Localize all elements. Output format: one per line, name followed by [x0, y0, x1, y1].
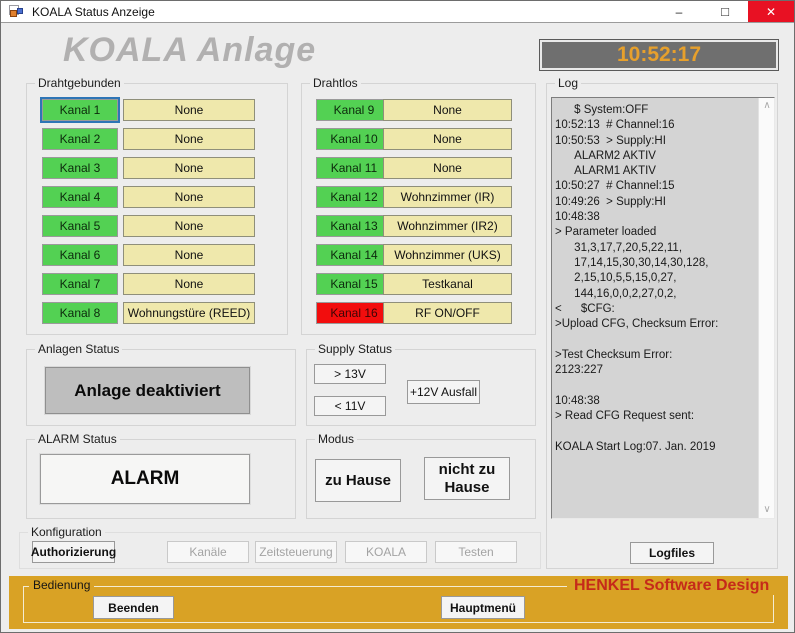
log-textbox[interactable]: $ System:OFF 10:52:13 # Channel:16 10:50…: [551, 97, 775, 519]
brand-text: HENKEL Software Design: [567, 577, 776, 595]
group-label: Bedienung: [29, 578, 94, 592]
supply-hi-button[interactable]: > 13V: [314, 364, 386, 384]
kanal-1-status[interactable]: None: [123, 99, 255, 121]
group-konfiguration: Konfiguration Authorizierung Kanäle Zeit…: [19, 532, 541, 569]
kanal-9-button[interactable]: Kanal 9: [316, 99, 392, 121]
kanal-1-button[interactable]: Kanal 1: [42, 99, 118, 121]
beenden-button[interactable]: Beenden: [93, 596, 174, 619]
group-label: Log: [555, 76, 581, 90]
group-label: Anlagen Status: [35, 342, 122, 356]
close-button[interactable]: ✕: [748, 1, 794, 22]
anlage-status-button[interactable]: Anlage deaktiviert: [45, 367, 250, 414]
group-modus: Modus zu Hause nicht zu Hause: [306, 439, 536, 519]
kanal-5-status[interactable]: None: [123, 215, 255, 237]
kanal-14-status[interactable]: Wohnzimmer (UKS): [383, 244, 512, 266]
kanal-6-status[interactable]: None: [123, 244, 255, 266]
kanal-7-button[interactable]: Kanal 7: [42, 273, 118, 295]
kanal-13-button[interactable]: Kanal 13: [316, 215, 392, 237]
group-label: Konfiguration: [28, 525, 105, 539]
minimize-button[interactable]: –: [656, 1, 702, 22]
kanal-13-status[interactable]: Wohnzimmer (IR2): [383, 215, 512, 237]
kanal-8-status[interactable]: Wohnungstüre (REED): [123, 302, 255, 324]
group-supply-status: Supply Status > 13V < 11V +12V Ausfall: [306, 349, 536, 426]
zeitsteuerung-button[interactable]: Zeitsteuerung: [255, 541, 337, 563]
kanal-9-status[interactable]: None: [383, 99, 512, 121]
koala-status-window: KOALA Status Anzeige – □ ✕ KOALA Anlage …: [0, 0, 795, 633]
kanal-7-status[interactable]: None: [123, 273, 255, 295]
app-icon: [8, 4, 24, 20]
maximize-button[interactable]: □: [702, 1, 748, 22]
hauptmenu-button[interactable]: Hauptmenü: [441, 596, 525, 619]
group-label: Drahtgebunden: [35, 76, 124, 90]
nicht-zu-hause-button[interactable]: nicht zu Hause: [424, 457, 510, 500]
kanal-11-button[interactable]: Kanal 11: [316, 157, 392, 179]
kanal-4-status[interactable]: None: [123, 186, 255, 208]
kanal-16-status[interactable]: RF ON/OFF: [383, 302, 512, 324]
kanal-2-status[interactable]: None: [123, 128, 255, 150]
kanal-10-button[interactable]: Kanal 10: [316, 128, 392, 150]
kanal-12-button[interactable]: Kanal 12: [316, 186, 392, 208]
page-title: KOALA Anlage: [63, 31, 316, 70]
alarm-status-button[interactable]: ALARM: [40, 454, 250, 504]
kanal-3-button[interactable]: Kanal 3: [42, 157, 118, 179]
log-text: $ System:OFF 10:52:13 # Channel:16 10:50…: [552, 98, 757, 518]
kanal-6-button[interactable]: Kanal 6: [42, 244, 118, 266]
koala-button[interactable]: KOALA: [345, 541, 427, 563]
supply-lo-button[interactable]: < 11V: [314, 396, 386, 416]
group-label: Supply Status: [315, 342, 395, 356]
group-label: ALARM Status: [35, 432, 120, 446]
group-drahtlos: Drahtlos Kanal 9 None Kanal 10 None Kana…: [301, 83, 536, 335]
kanal-11-status[interactable]: None: [383, 157, 512, 179]
group-drahtgebunden: Drahtgebunden Kanal 1 None Kanal 2 None …: [26, 83, 288, 335]
log-scrollbar[interactable]: ∧ ∨: [758, 98, 774, 518]
kanal-15-button[interactable]: Kanal 15: [316, 273, 392, 295]
kanal-12-status[interactable]: Wohnzimmer (IR): [383, 186, 512, 208]
scroll-up-icon[interactable]: ∧: [759, 98, 775, 114]
logfiles-button[interactable]: Logfiles: [630, 542, 714, 564]
group-anlagen-status: Anlagen Status Anlage deaktiviert: [26, 349, 296, 426]
group-log: Log $ System:OFF 10:52:13 # Channel:16 1…: [546, 83, 778, 569]
kanal-16-button[interactable]: Kanal 16: [316, 302, 392, 324]
supply-ausfall-button[interactable]: +12V Ausfall: [407, 380, 480, 404]
kanal-3-status[interactable]: None: [123, 157, 255, 179]
group-label: Drahtlos: [310, 76, 361, 90]
authorizierung-button[interactable]: Authorizierung: [32, 541, 115, 563]
window-title: KOALA Status Anzeige: [32, 5, 155, 19]
clock-display: 10:52:17: [539, 39, 779, 71]
testen-button[interactable]: Testen: [435, 541, 517, 563]
kanal-10-status[interactable]: None: [383, 128, 512, 150]
kanal-14-button[interactable]: Kanal 14: [316, 244, 392, 266]
title-bar: KOALA Status Anzeige – □ ✕: [1, 1, 794, 23]
kanaele-button[interactable]: Kanäle: [167, 541, 249, 563]
group-label: Modus: [315, 432, 357, 446]
bedienung-bar: Bedienung HENKEL Software Design Beenden…: [9, 576, 788, 629]
kanal-15-status[interactable]: Testkanal: [383, 273, 512, 295]
scroll-down-icon[interactable]: ∨: [759, 502, 775, 518]
kanal-8-button[interactable]: Kanal 8: [42, 302, 118, 324]
kanal-4-button[interactable]: Kanal 4: [42, 186, 118, 208]
group-alarm-status: ALARM Status ALARM: [26, 439, 296, 519]
kanal-2-button[interactable]: Kanal 2: [42, 128, 118, 150]
zu-hause-button[interactable]: zu Hause: [315, 459, 401, 502]
kanal-5-button[interactable]: Kanal 5: [42, 215, 118, 237]
